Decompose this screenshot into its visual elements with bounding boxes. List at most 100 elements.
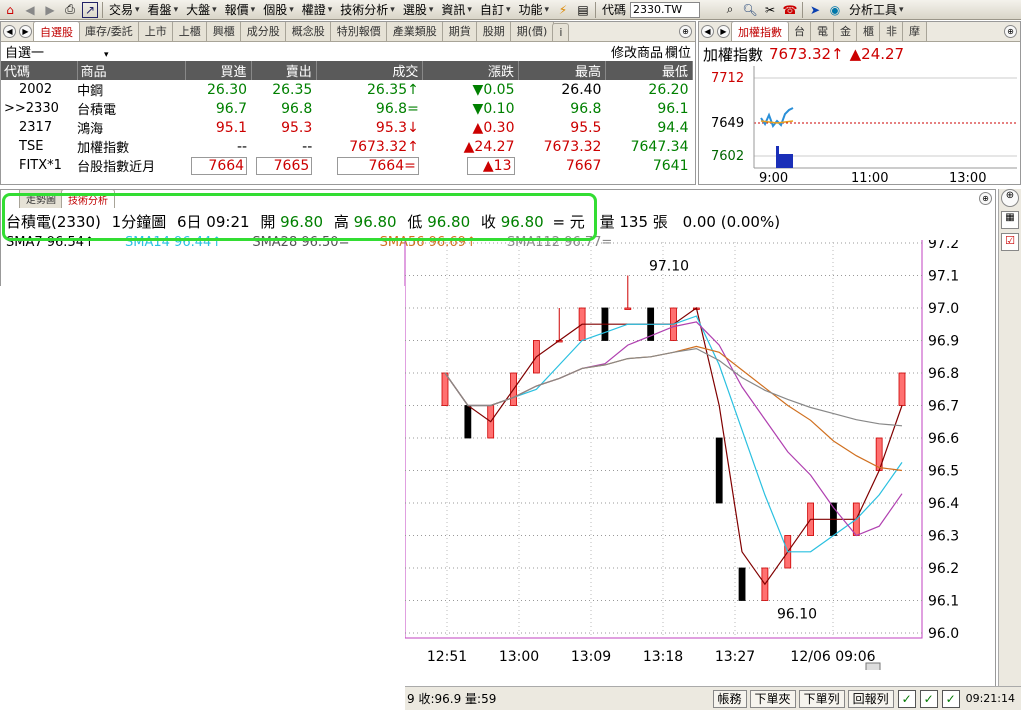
min-price-label: 96.10 — [777, 607, 817, 623]
column-button[interactable]: 欄位 — [665, 46, 691, 61]
last-box[interactable]: 7664= — [336, 156, 419, 175]
search-icon[interactable]: ⌕ — [722, 2, 738, 18]
check-icon[interactable]: ☑ — [1001, 233, 1019, 251]
order-folder-button[interactable]: 下單夾 — [749, 689, 796, 708]
sheet-icon[interactable]: ▦ — [1001, 211, 1019, 229]
lightning-icon[interactable]: ⚡ — [555, 2, 571, 18]
table-row[interactable]: 2317 鴻海 95.1 95.3 95.3↓ ▲0.30 95.5 94.4 — [1, 118, 693, 138]
tab-prev-icon[interactable]: ◀ — [3, 25, 16, 38]
home-icon[interactable]: ⌂ — [2, 2, 18, 18]
tab-emerging[interactable]: 興櫃 — [205, 22, 242, 41]
tab-fin[interactable]: 金 — [833, 22, 858, 41]
tab-i[interactable]: i — [552, 23, 570, 41]
cell-last[interactable]: 7664= — [316, 156, 423, 175]
magnifier-icon[interactable]: 🔍︎ — [742, 2, 758, 18]
col-low[interactable]: 最低 — [605, 61, 694, 80]
cell-name: 台積電 — [77, 103, 117, 118]
tab-elec[interactable]: 電 — [810, 22, 835, 41]
cell-bid: -- — [236, 138, 248, 155]
zoom-icon[interactable]: ⊕ — [679, 25, 692, 38]
watchlist-tabs: ◀ ▶ 自選股 庫存/委託 上市 上櫃 興櫃 成分股 概念股 特別報價 產業類股… — [1, 22, 695, 42]
bid-box[interactable]: 7664 — [191, 156, 248, 175]
toolbar-separator — [802, 1, 804, 18]
check-icon[interactable]: ✓ — [941, 689, 960, 708]
account-button[interactable]: 帳務 — [712, 689, 747, 708]
zoom-icon[interactable]: ⊕ — [979, 192, 992, 205]
back-icon[interactable]: ◀ — [22, 2, 38, 18]
tab-industry[interactable]: 產業類股 — [385, 22, 444, 41]
order-bar-button[interactable]: 下單列 — [798, 689, 845, 708]
tab-futures[interactable]: 期貨 — [441, 22, 478, 41]
menu-info[interactable]: 資訊 — [437, 1, 476, 19]
tab-tw[interactable]: 台 — [787, 22, 812, 41]
col-high[interactable]: 最高 — [518, 61, 606, 80]
tab-concept[interactable]: 概念股 — [284, 22, 332, 41]
change-box[interactable]: ▲13 — [466, 156, 515, 175]
zoom-icon[interactable]: ⊕ — [1001, 189, 1019, 207]
cell-last: 7673.32↑ — [349, 138, 419, 155]
tab-next-icon[interactable]: ▶ — [19, 25, 32, 38]
table-row[interactable]: >>2330 台積電 96.7 96.8 96.8= ▼0.10 96.8 96… — [1, 99, 693, 119]
tab-watchlist[interactable]: 自選股 — [33, 22, 80, 41]
table-row[interactable]: 2002 中鋼 26.30 26.35 26.35↑ ▼0.05 26.40 2… — [1, 80, 693, 100]
tab-nonfin[interactable]: 非 — [879, 22, 904, 41]
col-name[interactable]: 商品 — [77, 61, 187, 80]
tab-listed[interactable]: 上市 — [137, 22, 174, 41]
cell-ask[interactable]: 7665 — [251, 156, 316, 175]
tab-prev-icon[interactable]: ◀ — [701, 25, 714, 38]
cell-bid[interactable]: 7664 — [186, 156, 251, 175]
menu-technical[interactable]: 技術分析 — [336, 1, 399, 19]
menu-quote[interactable]: 報價 — [221, 1, 260, 19]
check-icon[interactable]: ✓ — [919, 689, 938, 708]
code-input[interactable]: 2330.TW — [630, 1, 701, 18]
cell-change: ▲0.30 — [472, 119, 515, 136]
col-change[interactable]: 漲跌 — [422, 61, 519, 80]
table-row[interactable]: FITX*1 台股指數近月 7664 7665 7664= ▲13 7667 7… — [1, 156, 693, 175]
col-ask[interactable]: 賣出 — [251, 61, 317, 80]
ask-box[interactable]: 7665 — [256, 156, 313, 175]
forward-icon[interactable]: ▶ — [42, 2, 58, 18]
tab-otc-idx[interactable]: 櫃 — [856, 22, 881, 41]
analysis-tools-menu[interactable]: 分析工具 — [845, 1, 908, 19]
toolbar-separator — [102, 1, 103, 18]
tab-taiex[interactable]: 加權指數 — [731, 22, 789, 41]
tab-stock-futures[interactable]: 股期 — [475, 22, 512, 41]
zoom-icon[interactable]: ⊕ — [1004, 25, 1017, 38]
menu-stock[interactable]: 個股 — [259, 1, 298, 19]
menu-trade[interactable]: 交易 — [105, 1, 144, 19]
col-last[interactable]: 成交 — [316, 61, 424, 80]
print-icon[interactable]: ⎙ — [62, 2, 78, 18]
tab-special[interactable]: 特別報價 — [329, 22, 388, 41]
menu-market[interactable]: 大盤 — [182, 1, 221, 19]
check-icon[interactable]: ✓ — [897, 689, 916, 708]
menu-screener[interactable]: 選股 — [399, 1, 438, 19]
tab-otc[interactable]: 上櫃 — [171, 22, 208, 41]
popout-icon[interactable]: ↗ — [82, 1, 98, 18]
table-row[interactable]: TSE 加權指數 -- -- 7673.32↑ ▲24.27 7673.32 7… — [1, 137, 693, 157]
notepad-icon[interactable]: ▤ — [575, 2, 591, 18]
tab-components[interactable]: 成分股 — [239, 22, 287, 41]
cursor-icon[interactable]: ➤ — [807, 2, 823, 18]
modify-button[interactable]: 修改商品 — [611, 46, 663, 61]
col-code[interactable]: 代碼 — [1, 61, 78, 80]
cell-change[interactable]: ▲13 — [423, 156, 519, 175]
tab-futures-price[interactable]: 期(價) — [509, 22, 555, 41]
x-tick-label: 12:51 — [427, 649, 467, 665]
tools-icon[interactable]: ✂ — [762, 2, 778, 18]
tab-msci[interactable]: 摩 — [902, 22, 927, 41]
list-selector[interactable]: 自選一 ▾ — [5, 42, 109, 61]
analysis-icon[interactable]: ◉ — [827, 2, 843, 18]
tab-inventory[interactable]: 庫存/委託 — [78, 22, 140, 41]
menu-custom[interactable]: 自訂 — [476, 1, 515, 19]
col-bid[interactable]: 買進 — [185, 61, 252, 80]
cell-code: TSE — [19, 139, 44, 154]
menu-function[interactable]: 功能 — [514, 1, 553, 19]
menu-warrant[interactable]: 權證 — [298, 1, 337, 19]
x-tick-label: 13:09 — [571, 649, 611, 665]
table-header: 代碼 商品 買進 賣出 成交 漲跌 最高 最低 — [1, 61, 694, 80]
menu-watch[interactable]: 看盤 — [144, 1, 183, 19]
tab-next-icon[interactable]: ▶ — [717, 25, 730, 38]
alert-icon[interactable]: ☎ — [782, 2, 798, 18]
cell-ask: 96.8 — [281, 100, 313, 117]
report-bar-button[interactable]: 回報列 — [847, 689, 894, 708]
